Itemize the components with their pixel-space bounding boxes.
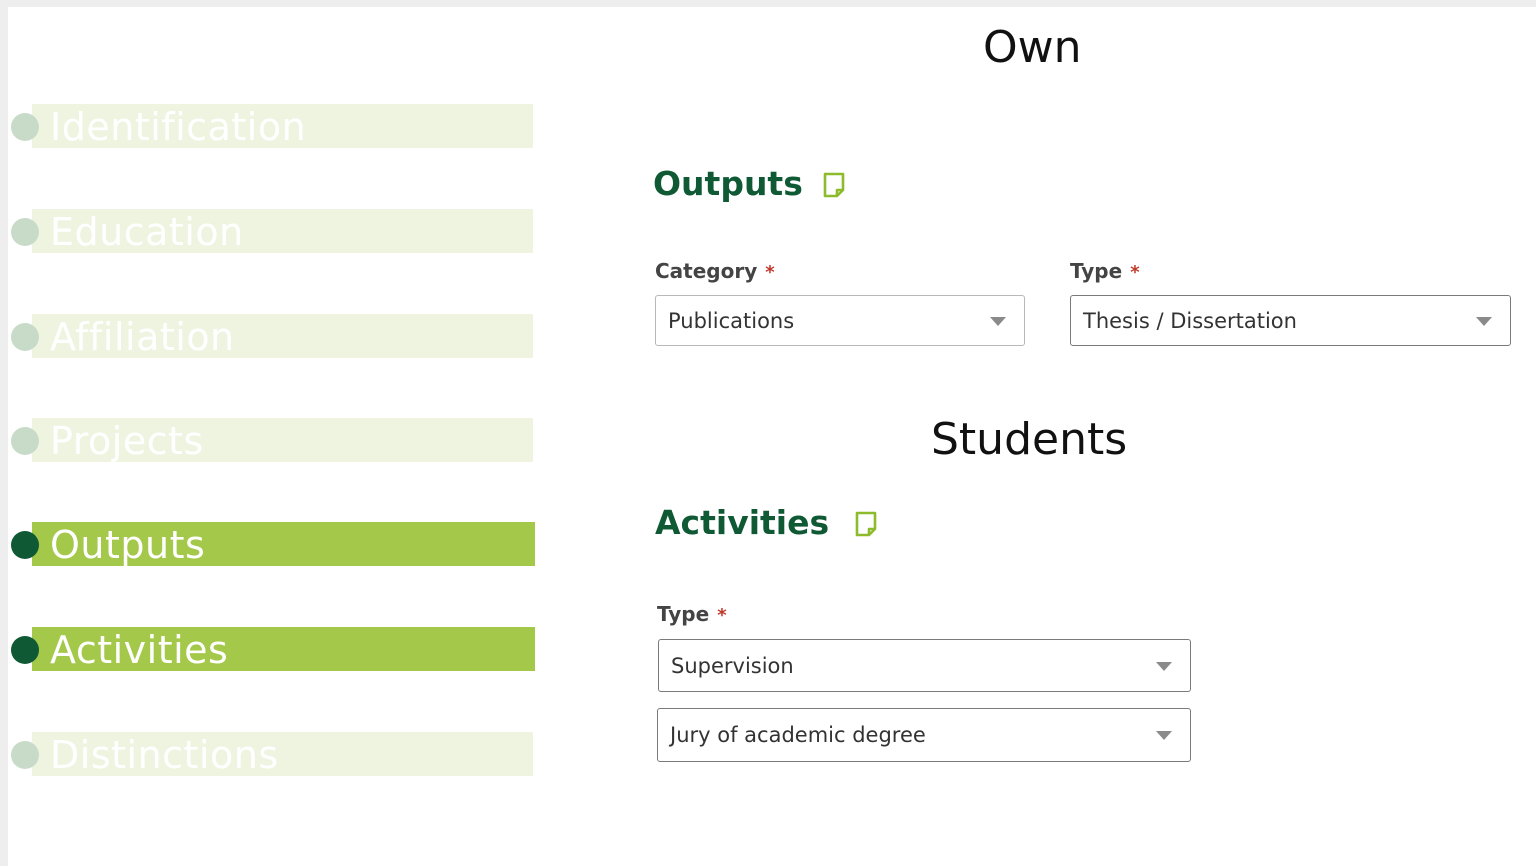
chevron-down-icon	[1156, 661, 1172, 671]
sidebar-item-outputs[interactable]: Outputs	[11, 522, 537, 567]
sidebar-item-label: Identification	[50, 105, 307, 149]
required-mark: *	[1130, 262, 1140, 283]
nav-dot	[11, 636, 39, 664]
sidebar-item-label: Activities	[50, 628, 229, 672]
sidebar-item-affiliation[interactable]: Affiliation	[11, 314, 537, 359]
type-select[interactable]: Thesis / Dissertation	[1070, 295, 1511, 346]
sidebar-item-projects[interactable]: Projects	[11, 418, 537, 463]
students-caption: Students	[931, 414, 1128, 465]
type-select-value: Thesis / Dissertation	[1083, 308, 1297, 333]
activity-subtype-select-value: Jury of academic degree	[670, 723, 926, 747]
sidebar-item-identification[interactable]: Identification	[11, 104, 537, 149]
category-label: Category *	[655, 259, 775, 283]
note-icon[interactable]	[854, 510, 878, 538]
type-label: Type *	[1070, 259, 1140, 283]
note-icon[interactable]	[822, 171, 846, 199]
own-caption: Own	[983, 22, 1082, 73]
category-select[interactable]: Publications	[655, 295, 1025, 346]
nav-dot	[11, 218, 39, 246]
required-mark: *	[765, 262, 775, 283]
activity-subtype-select[interactable]: Jury of academic degree	[657, 708, 1191, 762]
sidebar-item-label: Distinctions	[50, 733, 279, 777]
sidebar-item-activities[interactable]: Activities	[11, 627, 537, 672]
sidebar-item-label: Outputs	[50, 523, 206, 567]
chevron-down-icon	[1156, 731, 1172, 740]
sidebar-item-label: Education	[50, 210, 244, 254]
activity-type-label: Type *	[657, 602, 727, 626]
nav-dot	[11, 113, 39, 141]
activity-type-select[interactable]: Supervision	[658, 639, 1191, 692]
nav-dot	[11, 531, 39, 559]
type-label-text: Type	[1070, 259, 1123, 283]
activity-type-label-text: Type	[657, 602, 710, 626]
sidebar-item-label: Projects	[50, 419, 204, 463]
outputs-heading: Outputs	[653, 164, 803, 203]
nav-dot	[11, 741, 39, 769]
category-label-text: Category	[655, 259, 758, 283]
sidebar-item-label: Affiliation	[50, 315, 235, 359]
activities-heading: Activities	[655, 503, 830, 542]
activity-type-select-value: Supervision	[671, 653, 794, 678]
nav-dot	[11, 323, 39, 351]
nav-dot	[11, 427, 39, 455]
sidebar-item-distinctions[interactable]: Distinctions	[11, 732, 537, 777]
required-mark: *	[717, 605, 727, 626]
chevron-down-icon	[1476, 316, 1492, 326]
sidebar-item-education[interactable]: Education	[11, 209, 537, 254]
category-select-value: Publications	[668, 308, 795, 333]
chevron-down-icon	[990, 316, 1006, 326]
page: Identification Education Affiliation Pro…	[8, 7, 1536, 866]
